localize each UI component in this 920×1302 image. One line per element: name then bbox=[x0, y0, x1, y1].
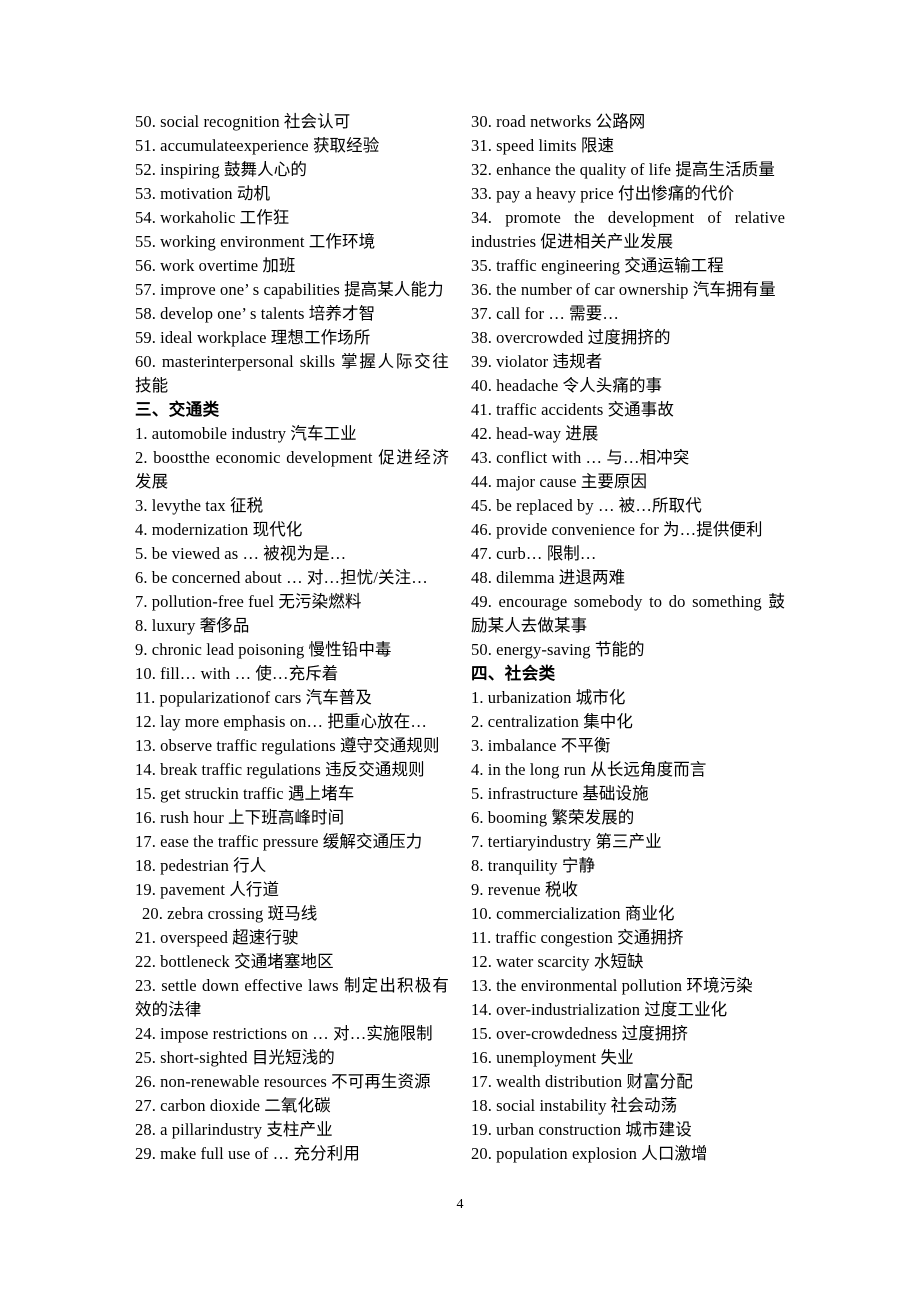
list-item: 43. conflict with … 与…相冲突 bbox=[471, 448, 690, 467]
list-item: 47. curb… 限制… bbox=[471, 544, 597, 563]
list-item: 17. ease the traffic pressure 缓解交通压力 bbox=[135, 832, 423, 851]
list-item: 1. urbanization 城市化 bbox=[471, 688, 626, 707]
list-item: 20. population explosion 人口激增 bbox=[471, 1144, 708, 1163]
list-item: 32. enhance the quality of life 提高生活质量 bbox=[471, 160, 775, 179]
list-item: 44. major cause 主要原因 bbox=[471, 472, 648, 491]
list-item: 19. pavement 人行道 bbox=[135, 880, 280, 899]
list-item: 41. traffic accidents 交通事故 bbox=[471, 400, 674, 419]
list-item: 17. wealth distribution 财富分配 bbox=[471, 1072, 693, 1091]
list-item: 10. commercialization 商业化 bbox=[471, 904, 675, 923]
list-item: 53. motivation 动机 bbox=[135, 184, 271, 203]
list-item: 7. tertiaryindustry 第三产业 bbox=[471, 832, 662, 851]
list-item: 26. non-renewable resources 不可再生资源 bbox=[135, 1072, 431, 1091]
list-item: 16. unemployment 失业 bbox=[471, 1048, 634, 1067]
list-item: 33. pay a heavy price 付出惨痛的代价 bbox=[471, 184, 735, 203]
two-column-body: 50. social recognition 社会认可 51. accumulat… bbox=[135, 110, 785, 1166]
list-item: 3. levythe tax 征税 bbox=[135, 496, 264, 515]
list-item: 34. promote the development of relative … bbox=[471, 208, 785, 251]
list-item: 14. break traffic regulations 违反交通规则 bbox=[135, 760, 425, 779]
list-item: 30. road networks 公路网 bbox=[471, 112, 646, 131]
list-item: 5. infrastructure 基础设施 bbox=[471, 784, 649, 803]
list-item: 60. masterinterpersonal skills 掌握人际交往技能 bbox=[135, 352, 449, 395]
list-item: 48. dilemma 进退两难 bbox=[471, 568, 626, 587]
list-item: 13. observe traffic regulations 遵守交通规则 bbox=[135, 736, 440, 755]
list-item: 2. boostthe economic development 促进经济发展 bbox=[135, 448, 449, 491]
list-item: 25. short-sighted 目光短浅的 bbox=[135, 1048, 335, 1067]
list-item: 7. pollution-free fuel 无污染燃料 bbox=[135, 592, 362, 611]
list-item: 4. in the long run 从长远角度而言 bbox=[471, 760, 707, 779]
list-item: 6. be concerned about … 对…担忧/关注… bbox=[135, 568, 428, 587]
list-item: 13. the environmental pollution 环境污染 bbox=[471, 976, 753, 995]
list-item: 15. over-crowdedness 过度拥挤 bbox=[471, 1024, 689, 1043]
list-item: 59. ideal workplace 理想工作场所 bbox=[135, 328, 371, 347]
list-item: 12. lay more emphasis on… 把重心放在… bbox=[135, 712, 427, 731]
list-item: 35. traffic engineering 交通运输工程 bbox=[471, 256, 724, 275]
list-item: 8. luxury 奢侈品 bbox=[135, 616, 250, 635]
list-item: 3. imbalance 不平衡 bbox=[471, 736, 611, 755]
list-item: 29. make full use of … 充分利用 bbox=[135, 1144, 360, 1163]
left-column: 50. social recognition 社会认可 51. accumulat… bbox=[135, 110, 449, 1166]
list-item: 28. a pillarindustry 支柱产业 bbox=[135, 1120, 333, 1139]
list-item: 18. social instability 社会动荡 bbox=[471, 1096, 678, 1115]
list-item: 37. call for … 需要… bbox=[471, 304, 619, 323]
page-number: 4 bbox=[456, 1197, 464, 1212]
list-item: 4. modernization 现代化 bbox=[135, 520, 303, 539]
list-item: 6. booming 繁荣发展的 bbox=[471, 808, 635, 827]
list-item: 54. workaholic 工作狂 bbox=[135, 208, 290, 227]
list-item: 50. energy-saving 节能的 bbox=[471, 640, 645, 659]
list-item: 19. urban construction 城市建设 bbox=[471, 1120, 692, 1139]
list-item: 51. accumulateexperience 获取经验 bbox=[135, 136, 380, 155]
section-heading: 三、交通类 bbox=[135, 400, 220, 419]
list-item: 5. be viewed as … 被视为是… bbox=[135, 544, 347, 563]
list-item: 55. working environment 工作环境 bbox=[135, 232, 376, 251]
list-item: 23. settle down effective laws 制定出积极有效的法… bbox=[135, 976, 449, 1019]
list-item: 21. overspeed 超速行驶 bbox=[135, 928, 299, 947]
list-item: 24. impose restrictions on … 对…实施限制 bbox=[135, 1024, 433, 1043]
list-item: 9. chronic lead poisoning 慢性铅中毒 bbox=[135, 640, 392, 659]
list-item: 50. social recognition 社会认可 bbox=[135, 112, 351, 131]
list-item: 1. automobile industry 汽车工业 bbox=[135, 424, 357, 443]
list-item: 42. head-way 进展 bbox=[471, 424, 599, 443]
list-item: 31. speed limits 限速 bbox=[471, 136, 615, 155]
list-item: 52. inspiring 鼓舞人心的 bbox=[135, 160, 307, 179]
list-item: 16. rush hour 上下班高峰时间 bbox=[135, 808, 345, 827]
list-item: 18. pedestrian 行人 bbox=[135, 856, 267, 875]
list-item: 57. improve one’ s capabilities 提高某人能力 bbox=[135, 280, 444, 299]
document-page: 50. social recognition 社会认可 51. accumulat… bbox=[0, 0, 920, 1302]
list-item: 56. work overtime 加班 bbox=[135, 256, 296, 275]
list-item: 20. zebra crossing 斑马线 bbox=[142, 904, 318, 923]
list-item: 15. get struckin traffic 遇上堵车 bbox=[135, 784, 355, 803]
list-item: 46. provide convenience for 为…提供便利 bbox=[471, 520, 763, 539]
list-item: 39. violator 违规者 bbox=[471, 352, 603, 371]
list-item: 40. headache 令人头痛的事 bbox=[471, 376, 663, 395]
list-item: 49. encourage somebody to do something 鼓… bbox=[471, 592, 785, 635]
list-item: 2. centralization 集中化 bbox=[471, 712, 634, 731]
list-item: 8. tranquility 宁静 bbox=[471, 856, 596, 875]
list-item: 11. popularizationof cars 汽车普及 bbox=[135, 688, 372, 707]
list-item: 22. bottleneck 交通堵塞地区 bbox=[135, 952, 334, 971]
list-item: 9. revenue 税收 bbox=[471, 880, 579, 899]
list-item: 36. the number of car ownership 汽车拥有量 bbox=[471, 280, 776, 299]
list-item: 12. water scarcity 水短缺 bbox=[471, 952, 644, 971]
list-item: 10. fill… with … 使…充斥着 bbox=[135, 664, 339, 683]
list-item: 27. carbon dioxide 二氧化碳 bbox=[135, 1096, 331, 1115]
list-item: 58. develop one’ s talents 培养才智 bbox=[135, 304, 376, 323]
right-column: 30. road networks 公路网 31. speed limits 限速… bbox=[471, 110, 785, 1166]
list-item: 14. over-industrialization 过度工业化 bbox=[471, 1000, 728, 1019]
list-item: 11. traffic congestion 交通拥挤 bbox=[471, 928, 684, 947]
list-item: 45. be replaced by … 被…所取代 bbox=[471, 496, 702, 515]
list-item: 38. overcrowded 过度拥挤的 bbox=[471, 328, 671, 347]
section-heading: 四、社会类 bbox=[471, 664, 556, 683]
